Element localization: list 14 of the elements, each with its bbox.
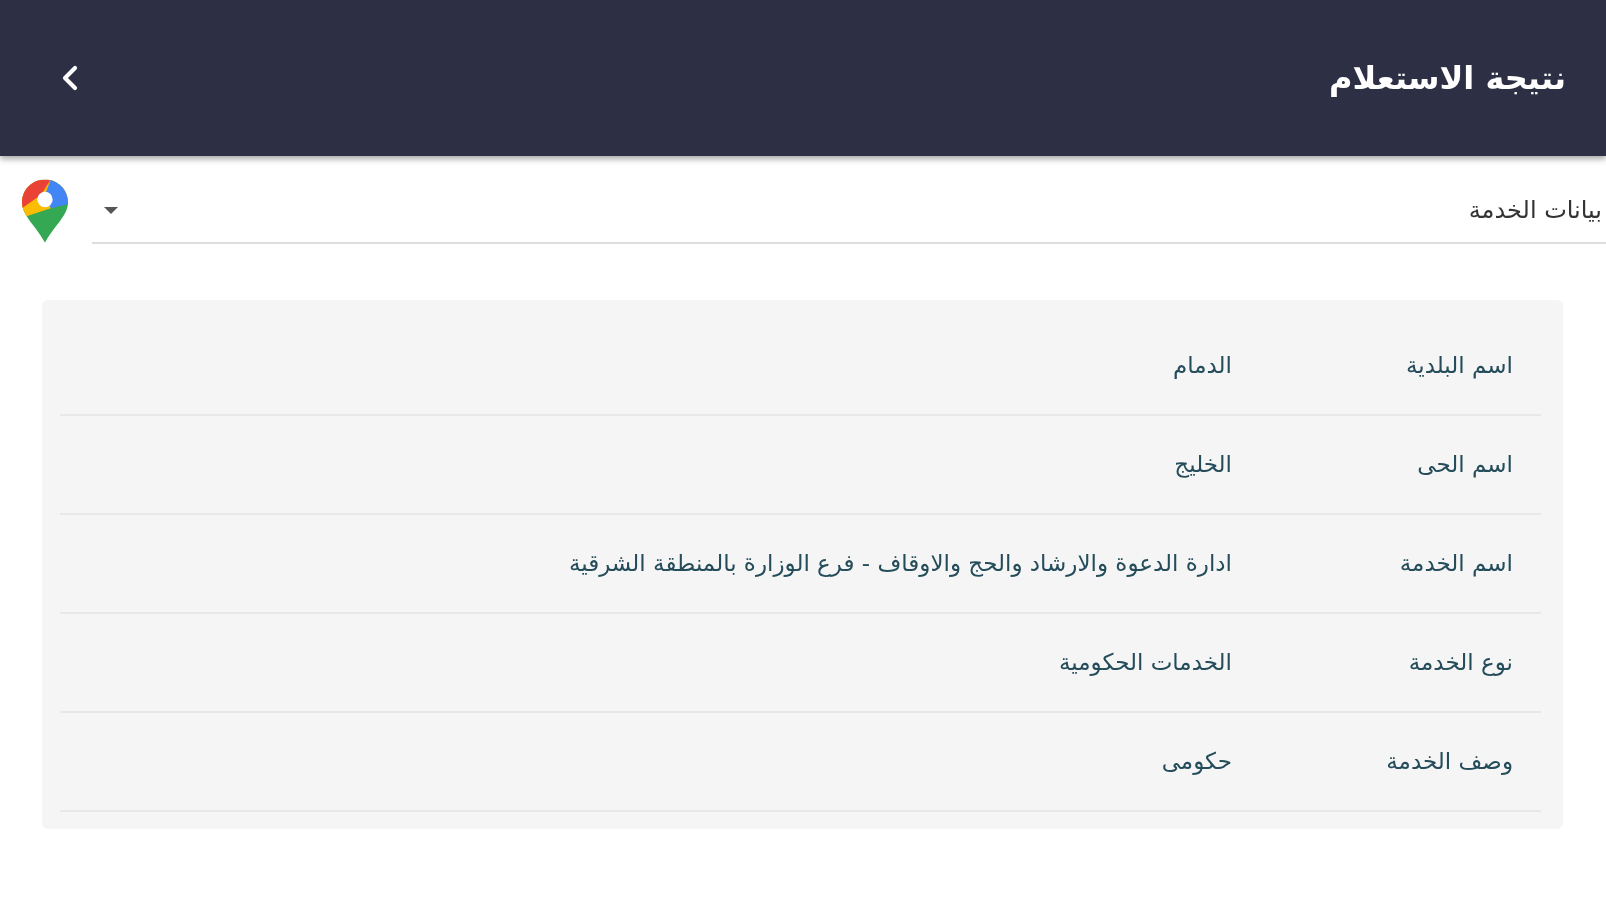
section-dropdown[interactable]: بيانات الخدمة xyxy=(92,178,1606,244)
field-value: الدمام xyxy=(1172,351,1232,381)
field-label: اسم البلدية xyxy=(1404,351,1513,381)
field-value: الخدمات الحكومية xyxy=(1058,648,1232,678)
field-label: اسم الخدمة xyxy=(1398,549,1513,579)
dropdown-value: بيانات الخدمة xyxy=(1468,195,1602,226)
field-value: ادارة الدعوة والارشاد والحج والاوقاف - فرع الوزارة بالمنطقة الشرقية xyxy=(568,549,1232,579)
field-value: الخليج xyxy=(1174,450,1232,480)
field-label: وصف الخدمة xyxy=(1385,747,1513,777)
field-value: حكومى xyxy=(1161,747,1232,777)
dropdown-caret-icon xyxy=(104,206,118,214)
page-title: نتيجة الاستعلام xyxy=(1329,58,1566,99)
field-label: نوع الخدمة xyxy=(1407,648,1513,678)
field-label: اسم الحى xyxy=(1416,450,1513,480)
